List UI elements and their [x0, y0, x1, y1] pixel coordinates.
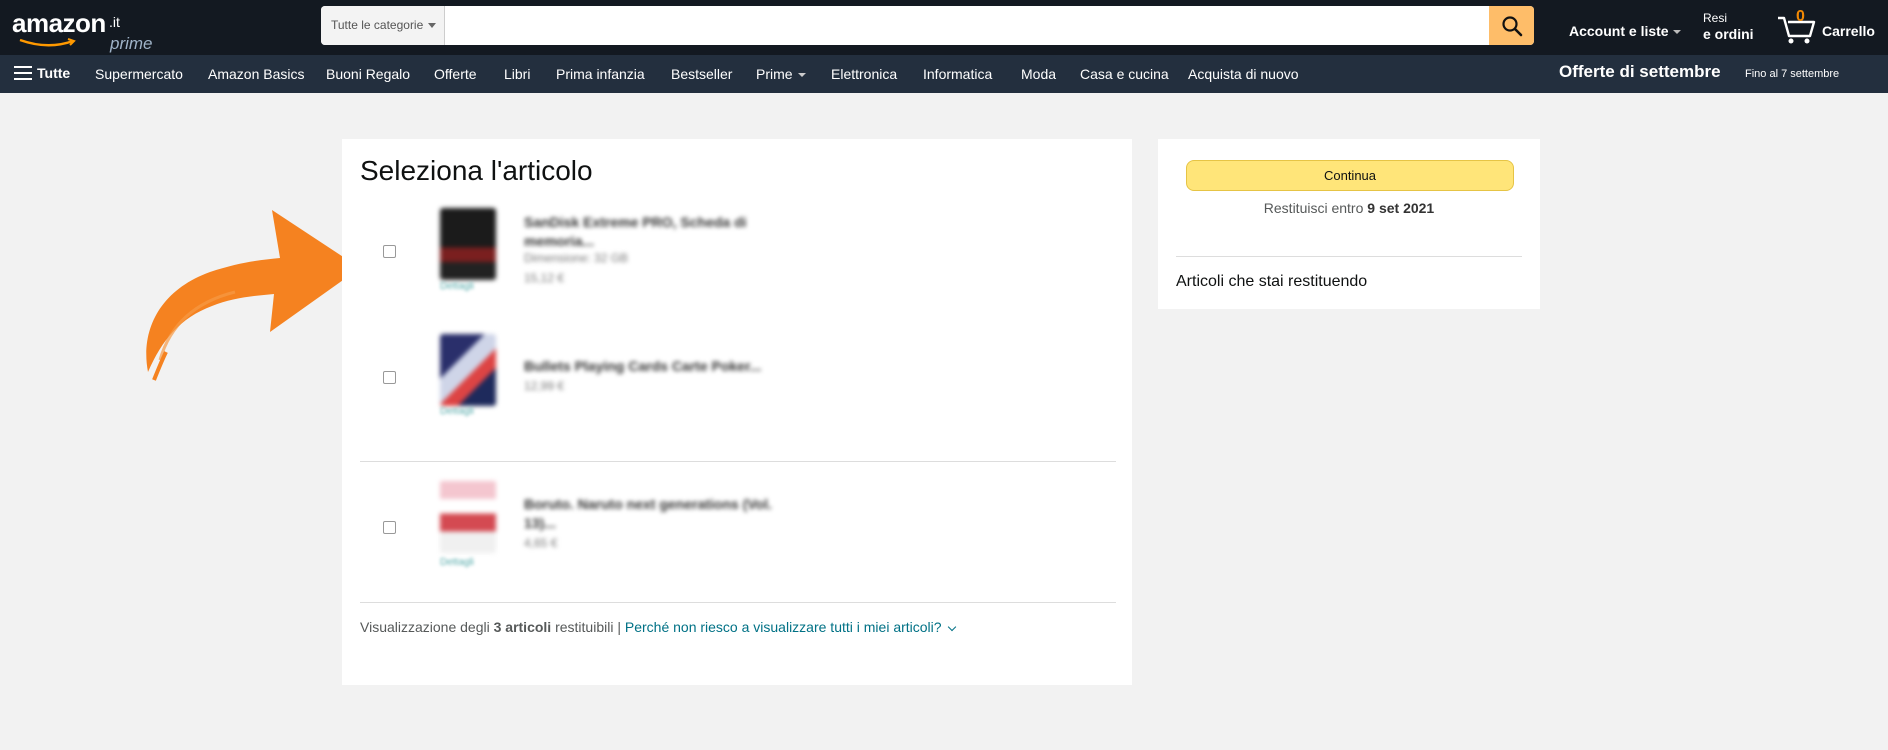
smile-arrow-icon: [19, 38, 76, 47]
logo-prime: prime: [110, 34, 153, 53]
product-thumbnail: [440, 334, 496, 406]
page-title: Seleziona l'articolo: [360, 155, 593, 186]
returns-line2: e ordini: [1703, 26, 1754, 42]
footnote-suffix: restituibili |: [555, 619, 621, 635]
hamburger-icon: [14, 66, 32, 80]
returns-line1: Resi: [1703, 11, 1728, 25]
item-checkbox[interactable]: [383, 371, 396, 384]
divider: [1176, 256, 1522, 257]
details-link[interactable]: Dettagli: [440, 281, 474, 292]
subnav-item-informatica[interactable]: Informatica: [923, 66, 992, 82]
divider: [360, 602, 1116, 603]
returns-orders-link[interactable]: Resi e ordini: [1703, 11, 1754, 42]
product-thumbnail: [440, 481, 496, 553]
cart-label: Carrello: [1822, 23, 1875, 39]
subnav-item-prime[interactable]: Prime: [756, 66, 806, 82]
promo-subtitle: Fino al 7 settembre: [1745, 68, 1840, 80]
list-item: Dettagli Bullets Playing Cards Carte Pok…: [360, 329, 1116, 419]
logo-wordmark: amazon: [12, 8, 106, 38]
item-checkbox[interactable]: [383, 245, 396, 258]
cart-count: 0: [1796, 8, 1805, 25]
orange-arrow-icon: [146, 210, 360, 381]
why-link-label: Perché non riesco a visualizzare tutti i…: [624, 619, 942, 635]
subnav-item-elettronica[interactable]: Elettronica: [831, 66, 897, 82]
continue-button[interactable]: Continua: [1186, 160, 1514, 191]
item-size: Dimensione: 32 GB: [524, 251, 629, 265]
promo-title[interactable]: Offerte di settembre: [1559, 62, 1721, 82]
footnote-count: 3 articoli: [493, 619, 552, 635]
search-bar: Tutte le categorie: [321, 6, 1534, 45]
item-checkbox[interactable]: [383, 521, 396, 534]
subnav-item-libri[interactable]: Libri: [504, 66, 530, 82]
sub-navbar: Tutte Supermercato Amazon Basics Buoni R…: [0, 55, 1888, 93]
search-category-dropdown[interactable]: Tutte le categorie: [321, 6, 445, 45]
logo-tld: .it: [109, 14, 120, 30]
caret-down-icon: [797, 73, 806, 78]
account-label: Account e liste: [1569, 23, 1669, 39]
return-deadline: Restituisci entro 9 set 2021: [1158, 200, 1540, 216]
amazon-prime-logo[interactable]: amazon .it prime: [10, 8, 160, 53]
subnav-item-offerte[interactable]: Offerte: [434, 66, 477, 82]
item-price: 12,99 €: [524, 379, 565, 393]
subnav-item-buoni-regalo[interactable]: Buoni Regalo: [326, 66, 410, 82]
subnav-item-supermercato[interactable]: Supermercato: [95, 66, 183, 82]
divider: [360, 461, 1116, 462]
account-lists-menu[interactable]: Account e liste: [1569, 23, 1681, 39]
list-item: Dettagli Boruto. Naruto next generations…: [360, 479, 1116, 579]
return-summary-panel: Continua Restituisci entro 9 set 2021 Ar…: [1158, 139, 1540, 309]
subnav-item-casa-e-cucina[interactable]: Casa e cucina: [1080, 66, 1169, 82]
details-link[interactable]: Dettagli: [440, 557, 474, 568]
all-menu-button[interactable]: Tutte: [14, 65, 70, 81]
details-link[interactable]: Dettagli: [440, 406, 474, 417]
product-thumbnail: [440, 208, 496, 280]
return-deadline-date: 9 set 2021: [1367, 200, 1435, 216]
footnote-prefix: Visualizzazione degli: [360, 619, 490, 635]
subnav-item-acquista-di-nuovo[interactable]: Acquista di nuovo: [1188, 66, 1299, 82]
returning-items-heading: Articoli che stai restituendo: [1176, 273, 1368, 290]
item-price: 15,12 €: [524, 271, 565, 285]
why-not-all-items-link[interactable]: Perché non riesco a visualizzare tutti i…: [624, 619, 956, 635]
item-title[interactable]: Bullets Playing Cards Carte Poker...: [524, 357, 824, 376]
all-menu-label: Tutte: [37, 65, 71, 81]
chevron-down-icon: [947, 622, 956, 632]
returnable-items-note: Visualizzazione degli 3 articoli restitu…: [360, 619, 956, 635]
item-price: 4,65 €: [524, 536, 558, 550]
list-item: Dettagli SanDisk Extreme PRO, Scheda di …: [360, 203, 1116, 293]
item-title[interactable]: SanDisk Extreme PRO, Scheda di memoria..…: [524, 213, 784, 251]
subnav-item-bestseller[interactable]: Bestseller: [671, 66, 732, 82]
prime-label: Prime: [756, 66, 793, 82]
search-input[interactable]: [445, 6, 1489, 45]
subnav-item-moda[interactable]: Moda: [1021, 66, 1056, 82]
item-title[interactable]: Boruto. Naruto next generations (Vol. 13…: [524, 495, 794, 533]
search-category-label: Tutte le categorie: [331, 18, 424, 32]
top-navbar: amazon .it prime Tutte le categorie Acco…: [0, 0, 1888, 55]
caret-down-icon: [1672, 30, 1681, 35]
subnav-item-amazon-basics[interactable]: Amazon Basics: [208, 66, 304, 82]
search-button[interactable]: [1489, 6, 1534, 45]
caret-down-icon: [428, 23, 437, 29]
return-deadline-prefix: Restituisci entro: [1263, 200, 1364, 216]
subnav-item-prima-infanzia[interactable]: Prima infanzia: [556, 66, 645, 82]
search-icon: [1501, 15, 1522, 36]
select-item-panel: Seleziona l'articolo Dettagli SanDisk Ex…: [342, 139, 1132, 685]
cart-link[interactable]: 0 Carrello: [1776, 8, 1876, 48]
